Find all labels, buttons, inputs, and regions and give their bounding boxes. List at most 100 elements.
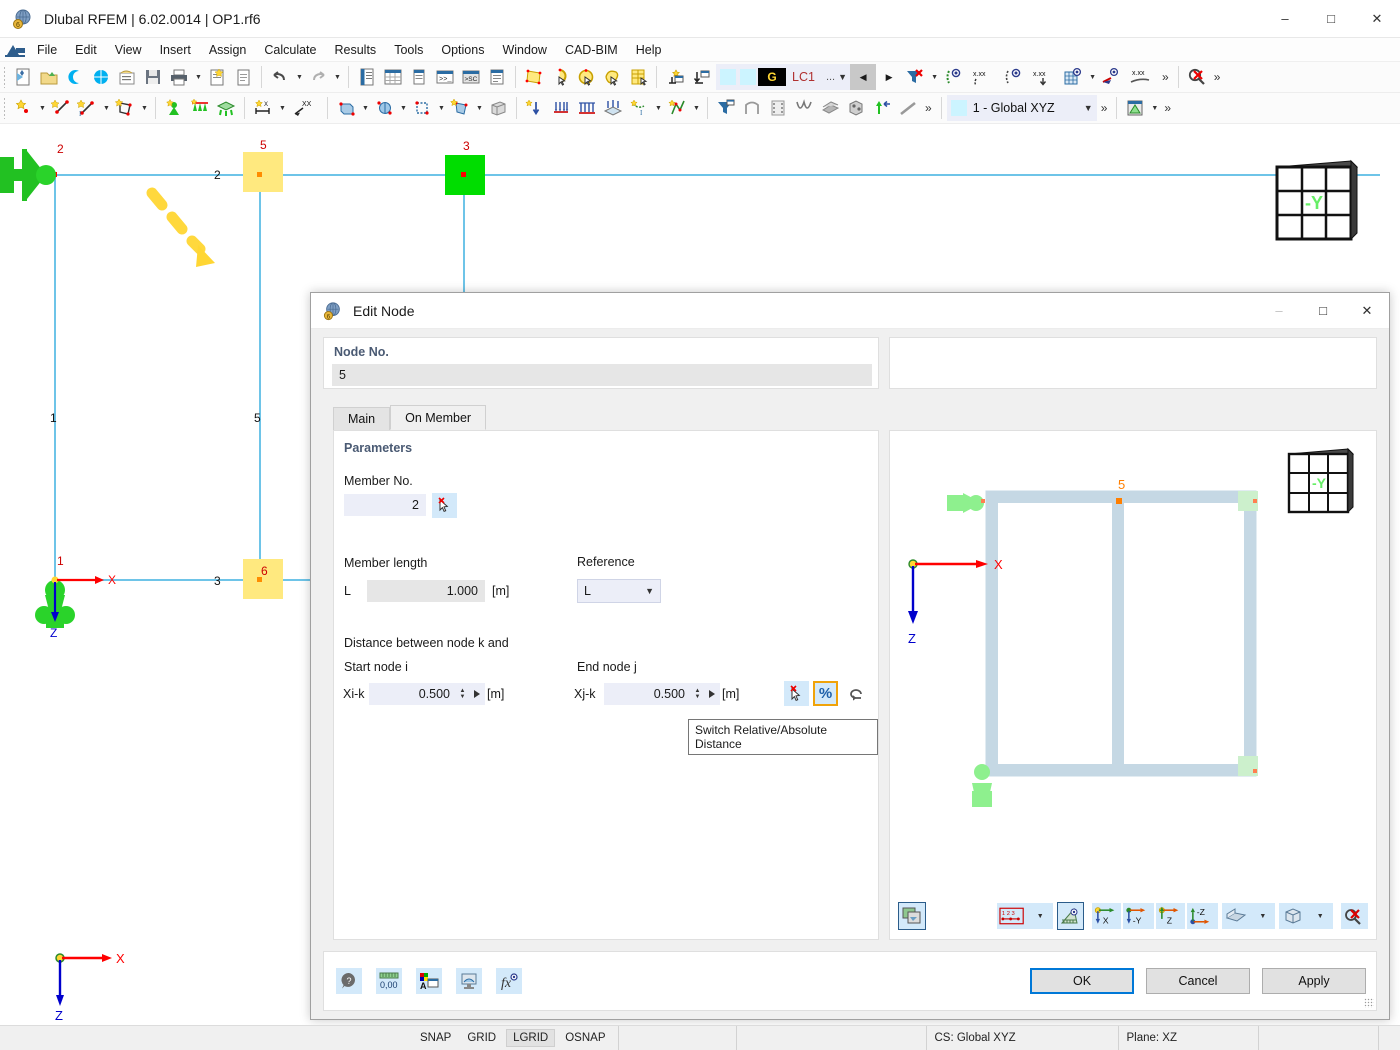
lgrid-toggle[interactable]: LGRID	[506, 1029, 556, 1047]
new-plane-icon[interactable]	[447, 95, 473, 121]
member-load-icon[interactable]	[548, 95, 574, 121]
menu-results[interactable]: Results	[326, 40, 386, 60]
console-icon[interactable]: >>_	[432, 64, 458, 90]
start-value-field[interactable]: 0.500	[369, 683, 457, 705]
apply-button[interactable]: Apply	[1262, 968, 1366, 994]
filter-dropdown-caret-icon[interactable]: ▼	[928, 64, 940, 90]
units-decimals-icon[interactable]: 0,00	[376, 968, 402, 994]
surface-support-icon[interactable]	[213, 95, 239, 121]
new-node-icon[interactable]	[10, 95, 36, 121]
end-value-field[interactable]: 0.500	[604, 683, 692, 705]
load-case-dropdown[interactable]: ... ▼	[822, 64, 851, 90]
start-spinner[interactable]: ▲ ▼	[457, 683, 468, 705]
nodal-load-icon[interactable]	[522, 95, 548, 121]
new-node-caret-icon[interactable]: ▼	[36, 95, 48, 121]
shaded-view-icon[interactable]	[817, 95, 843, 121]
reaction-values-icon[interactable]: x.xx	[1124, 64, 1158, 90]
new-plane-caret-icon[interactable]: ▼	[473, 95, 485, 121]
osnap-toggle[interactable]: OSNAP	[559, 1030, 611, 1046]
ok-button[interactable]: OK	[1030, 968, 1134, 994]
render-mode-icon[interactable]	[898, 902, 926, 930]
filter-view-icon[interactable]	[713, 95, 739, 121]
imperfection-icon[interactable]	[664, 95, 690, 121]
work-plane-caret-icon[interactable]: ▼	[1148, 95, 1160, 121]
toolbar-overflow-1[interactable]: »	[1158, 70, 1173, 84]
menu-file[interactable]: File	[28, 40, 66, 60]
imperfection-caret-icon[interactable]: ▼	[690, 95, 702, 121]
model-3d-icon[interactable]	[88, 64, 114, 90]
result-values-icon[interactable]: x.xx	[966, 64, 1000, 90]
member-no-field[interactable]: 2	[344, 494, 426, 516]
preview-panel[interactable]: 5 X Z -Y 1 2 3 ▼ X -Y Z -Z ▼ ▼	[889, 430, 1377, 940]
numbering-caret-icon[interactable]: ▼	[1026, 903, 1053, 929]
menu-assign[interactable]: Assign	[200, 40, 256, 60]
coordinates-icon[interactable]: XX	[288, 95, 322, 121]
deformation-view-icon[interactable]	[791, 95, 817, 121]
view-shaded-caret-icon[interactable]: ▼	[1249, 903, 1276, 929]
surface-results-caret-icon[interactable]: ▼	[1086, 64, 1098, 90]
tables-icon[interactable]	[380, 64, 406, 90]
load-case-assign-icon[interactable]	[662, 64, 688, 90]
dialog-maximize-button[interactable]: □	[1301, 293, 1345, 329]
menu-options[interactable]: Options	[432, 40, 493, 60]
cancel-button[interactable]: Cancel	[1146, 968, 1250, 994]
print-dropdown-caret-icon[interactable]: ▼	[192, 64, 204, 90]
deformation-values-icon[interactable]: x.xx	[1026, 64, 1060, 90]
dialog-minimize-button[interactable]: –	[1257, 293, 1301, 329]
close-button[interactable]: ✕	[1354, 0, 1400, 38]
new-opening-icon[interactable]	[371, 95, 397, 121]
redo-icon[interactable]	[305, 64, 331, 90]
work-plane-icon[interactable]	[1122, 95, 1148, 121]
new-surface-caret-icon[interactable]: ▼	[138, 95, 150, 121]
zoom-delete-icon[interactable]	[1184, 64, 1210, 90]
recent-files-icon[interactable]	[114, 64, 140, 90]
load-case-down-icon[interactable]	[688, 64, 714, 90]
toolbar-grip[interactable]	[3, 97, 7, 119]
end-spinner[interactable]: ▲ ▼	[692, 683, 703, 705]
menu-edit[interactable]: Edit	[66, 40, 106, 60]
frame-view-icon[interactable]	[739, 95, 765, 121]
graphic-settings-icon[interactable]	[456, 968, 482, 994]
view-box-caret-icon[interactable]: ▼	[1306, 903, 1333, 929]
list-view-icon[interactable]	[484, 64, 510, 90]
view-minus-y-icon[interactable]: -Y	[1122, 903, 1154, 929]
view-minus-z-icon[interactable]: -Z	[1186, 903, 1218, 929]
reverse-arrow-icon[interactable]	[842, 681, 867, 706]
percent-icon[interactable]: %	[813, 681, 838, 706]
printout-report-icon[interactable]	[204, 64, 230, 90]
support-reactions-icon[interactable]	[1098, 64, 1124, 90]
minimize-button[interactable]: –	[1262, 0, 1308, 38]
zoom-reset-icon[interactable]	[1340, 903, 1369, 929]
navigation-cube[interactable]: -Y	[1265, 153, 1365, 248]
snap-toggle[interactable]: SNAP	[414, 1030, 457, 1046]
end-value-stepper[interactable]: 0.500 ▲ ▼	[604, 683, 720, 705]
select-free-icon[interactable]	[599, 64, 625, 90]
filter-delete-icon[interactable]	[902, 64, 928, 90]
load-case-prev-button[interactable]: ◀	[850, 64, 877, 90]
display-properties-icon[interactable]: A	[416, 968, 442, 994]
dimension-icon[interactable]: X	[250, 95, 276, 121]
toolbar-grip[interactable]	[3, 66, 7, 88]
surface-results-icon[interactable]	[1060, 64, 1086, 90]
show-results-icon[interactable]	[940, 64, 966, 90]
help-icon[interactable]: ?	[336, 968, 362, 994]
menu-calculate[interactable]: Calculate	[255, 40, 325, 60]
free-load-icon[interactable]: I	[626, 95, 652, 121]
maximize-button[interactable]: □	[1308, 0, 1354, 38]
tab-on-member[interactable]: On Member	[390, 405, 487, 430]
tab-main[interactable]: Main	[333, 407, 391, 430]
dialog-resize-grip[interactable]	[1364, 998, 1374, 1008]
select-lasso-icon[interactable]	[547, 64, 573, 90]
menu-view[interactable]: View	[106, 40, 151, 60]
menu-window[interactable]: Window	[493, 40, 555, 60]
free-load-caret-icon[interactable]: ▼	[652, 95, 664, 121]
new-solid-icon[interactable]	[333, 95, 359, 121]
select-member-cursor-icon[interactable]	[432, 493, 457, 518]
film-view-icon[interactable]	[765, 95, 791, 121]
load-case-selector[interactable]: G LC1	[716, 64, 823, 90]
numbering-icon[interactable]: 1 2 3	[997, 903, 1027, 929]
save-icon[interactable]	[140, 64, 166, 90]
cloud-icon[interactable]	[62, 64, 88, 90]
measure-icon[interactable]	[1056, 902, 1085, 930]
select-circle-icon[interactable]	[573, 64, 599, 90]
